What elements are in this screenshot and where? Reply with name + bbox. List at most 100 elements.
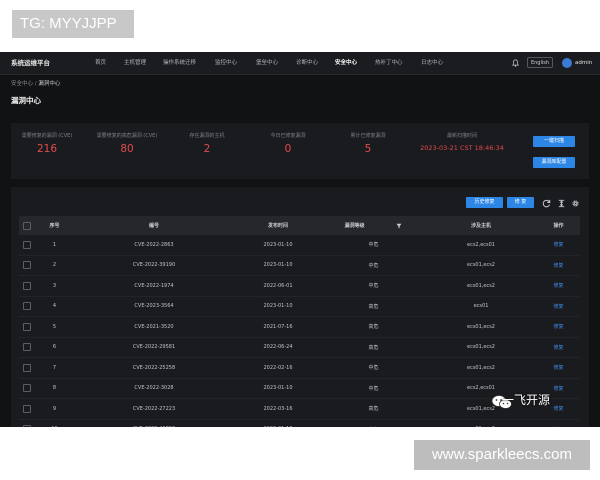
col-hosts-cell: ecs01,ecs2 xyxy=(425,255,537,276)
filter-icon[interactable] xyxy=(396,223,402,229)
row-select-cell[interactable] xyxy=(19,357,35,379)
nav-item-os-migration[interactable]: 操作系统迁移 xyxy=(163,52,196,74)
col-hosts-cell: ecs01,ecs2 xyxy=(425,316,537,338)
col-hosts-cell: ecs01,ecs2 xyxy=(425,419,537,427)
fix-link[interactable]: 修复 xyxy=(537,255,580,276)
stat-value: 2 xyxy=(203,143,211,155)
col-severity-cell: 高危 xyxy=(322,316,425,338)
col-publish-date-cell: 2023-01-10 xyxy=(234,419,322,427)
row-checkbox[interactable] xyxy=(23,302,31,311)
col-index-cell: 3 xyxy=(35,275,74,297)
fix-link[interactable]: 修复 xyxy=(537,275,580,297)
fix-link[interactable]: 修复 xyxy=(537,235,580,256)
row-select-cell[interactable] xyxy=(19,296,35,317)
col-cve-id-cell: CVE-2023-3564 xyxy=(74,296,234,317)
col-cve-id-cell: CVE-2022-29581 xyxy=(74,337,234,358)
row-checkbox[interactable] xyxy=(23,240,31,249)
row-select-cell[interactable] xyxy=(19,419,35,427)
stat-fixed-total: 累计已修复漏洞 5 xyxy=(332,133,404,155)
breadcrumb-parent[interactable]: 安全中心 xyxy=(11,81,33,87)
nav-item-home[interactable]: 首页 xyxy=(95,52,106,74)
nav-item-diagnosis[interactable]: 诊断中心 xyxy=(296,52,318,74)
stat-label: 今日已修复漏洞 xyxy=(270,133,306,139)
fix-link[interactable]: 修复 xyxy=(537,316,580,338)
row-select-cell[interactable] xyxy=(19,316,35,338)
stat-high-cve-to-fix: 需要修复的高危漏洞 (CVE) 80 xyxy=(91,133,163,155)
col-publish-date-cell: 2023-01-10 xyxy=(234,296,322,317)
col-publish-date-cell: 2023-01-10 xyxy=(234,255,322,276)
col-severity-cell: 高危 xyxy=(322,337,425,358)
col-hosts-cell: ecs01,ecs2 xyxy=(425,275,537,297)
page-title: 漏洞中心 xyxy=(11,96,41,105)
fix-link[interactable]: 修复 xyxy=(537,419,580,427)
fix-link[interactable]: 修复 xyxy=(537,296,580,317)
row-select-cell[interactable] xyxy=(19,235,35,256)
watermark-site: www.sparkleecs.com xyxy=(414,440,590,470)
stats-panel: 需要修复的漏洞 (CVE) 216 需要修复的高危漏洞 (CVE) 80 存在漏… xyxy=(11,123,589,179)
table-row: 10CVE-2022-407682023-01-10中危ecs01,ecs2修复 xyxy=(19,419,580,427)
column-height-icon[interactable] xyxy=(557,199,566,208)
col-publish-date-cell: 2021-07-16 xyxy=(234,316,322,338)
nav-item-monitor[interactable]: 监控中心 xyxy=(215,52,237,74)
refresh-icon[interactable] xyxy=(542,199,551,208)
watermark-channel: 一飞开源 xyxy=(502,393,551,407)
col-publish-date-header: 发布时间 xyxy=(267,223,288,229)
col-publish-date-cell: 2022-03-16 xyxy=(234,398,322,420)
col-index-header: 序号 xyxy=(49,223,60,229)
col-cve-id-cell: CVE-2022-27223 xyxy=(74,398,234,420)
col-hosts-cell: ecs01 xyxy=(425,296,537,317)
row-checkbox[interactable] xyxy=(23,384,31,393)
select-all-checkbox[interactable] xyxy=(23,221,31,230)
stat-value: 216 xyxy=(36,143,58,155)
row-checkbox[interactable] xyxy=(23,363,31,372)
row-checkbox[interactable] xyxy=(23,343,31,352)
col-hosts-cell: ecs01,ecs2 xyxy=(425,337,537,358)
bell-icon[interactable] xyxy=(512,59,519,67)
row-checkbox[interactable] xyxy=(23,261,31,270)
user-name[interactable]: admin xyxy=(575,52,592,74)
row-select-cell[interactable] xyxy=(19,255,35,276)
table-row: 4 CVE-2023-3564 2023-01-10 高危 ecs01 修复 xyxy=(19,296,580,317)
table-row: 7 CVE-2022-25258 2022-02-16 中危 ecs01,ecs2 修复 xyxy=(19,357,580,379)
row-select-cell[interactable] xyxy=(19,275,35,297)
stat-value: 5 xyxy=(364,143,372,155)
col-severity-header[interactable]: 漏洞等级 xyxy=(322,216,425,235)
row-checkbox[interactable] xyxy=(23,425,31,427)
fix-button[interactable]: 修 复 xyxy=(507,197,534,208)
table-row: 1 CVE-2022-2863 2023-01-10 中危 ecs2,ecs01 修复 xyxy=(19,235,580,256)
fix-history-button[interactable]: 历史修复 xyxy=(466,197,503,208)
breadcrumb: 安全中心 / 漏洞中心 xyxy=(11,79,60,87)
avatar[interactable] xyxy=(562,58,572,68)
col-hosts-cell: ecs01,ecs2 xyxy=(425,357,537,379)
fix-link[interactable]: 修复 xyxy=(537,337,580,358)
row-select-cell[interactable] xyxy=(19,337,35,358)
nav-item-security[interactable]: 安全中心 xyxy=(335,52,357,74)
nav-item-logs[interactable]: 日志中心 xyxy=(421,52,443,74)
table-row: 3 CVE-2022-1974 2022-06-01 中危 ecs01,ecs2 修复 xyxy=(19,275,580,297)
fix-link[interactable]: 修复 xyxy=(537,357,580,379)
col-index-cell: 9 xyxy=(35,398,74,420)
col-severity-cell: 中危 xyxy=(322,378,425,399)
nav-item-hosts[interactable]: 主机管理 xyxy=(124,52,146,74)
settings-gear-icon[interactable] xyxy=(571,199,580,208)
row-select-cell[interactable] xyxy=(19,398,35,420)
col-severity-cell: 中危 xyxy=(322,357,425,379)
col-index-cell: 4 xyxy=(35,296,74,317)
row-checkbox[interactable] xyxy=(23,281,31,290)
language-switch-button[interactable]: English xyxy=(527,57,553,68)
col-cve-id-cell: CVE-2022-1974 xyxy=(74,275,234,297)
row-select-cell[interactable] xyxy=(19,378,35,399)
nav-item-bastion[interactable]: 堡垒中心 xyxy=(256,52,278,74)
row-checkbox[interactable] xyxy=(23,404,31,413)
row-checkbox[interactable] xyxy=(23,322,31,331)
vuln-db-config-button[interactable]: 漏洞库配置 xyxy=(533,157,575,168)
stat-label: 累计已修复漏洞 xyxy=(350,133,386,139)
scan-button[interactable]: 一键扫描 xyxy=(533,136,575,147)
nav-item-hotpatch[interactable]: 热补丁中心 xyxy=(375,52,403,74)
stat-vulnerable-hosts: 存在漏洞的主机 2 xyxy=(171,133,243,155)
top-navbar: 系统运维平台 首页 主机管理 操作系统迁移 监控中心 堡垒中心 诊断中心 安全中… xyxy=(0,52,600,75)
stat-label: 需要修复的漏洞 (CVE) xyxy=(21,133,73,139)
select-all-cell[interactable] xyxy=(19,216,35,235)
col-hosts-cell: ecs2,ecs01 xyxy=(425,235,537,256)
col-severity-cell: 中危 xyxy=(322,275,425,297)
